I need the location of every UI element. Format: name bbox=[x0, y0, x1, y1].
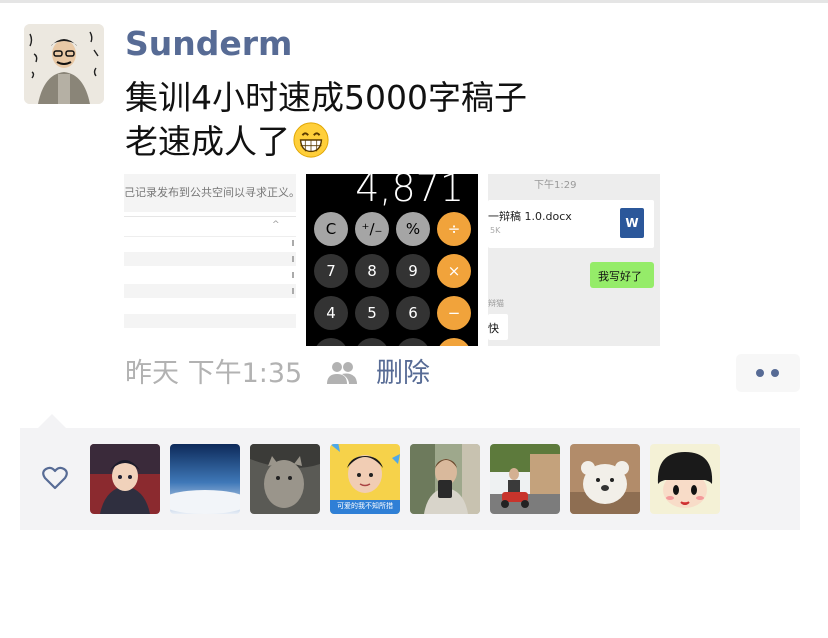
chat-reply-bubble: 我写好了 bbox=[590, 262, 654, 288]
grinning-face-icon bbox=[293, 122, 329, 158]
chat-file-name: 一辩稿 1.0.docx bbox=[488, 210, 572, 223]
calculator-key: 6 bbox=[396, 296, 430, 330]
heart-outline-icon bbox=[42, 466, 68, 490]
more-dot-icon bbox=[756, 369, 764, 377]
like-avatar-maruko[interactable] bbox=[650, 444, 720, 514]
post-timestamp: 昨天 下午1:35 bbox=[125, 358, 303, 389]
calculator-key: C bbox=[314, 212, 348, 246]
author-name[interactable]: Sunderm bbox=[125, 22, 292, 66]
photo1-header-text: 己记录发布到公共空间以寻求正义。 bbox=[124, 186, 296, 199]
like-avatar-bear[interactable] bbox=[570, 444, 640, 514]
chat-small-label: 辩猫 bbox=[488, 299, 504, 308]
more-actions-button[interactable] bbox=[736, 354, 800, 392]
post-text: 集训4小时速成5000字稿子 老速成人了 bbox=[125, 76, 527, 164]
chat-file-size: 5K bbox=[490, 226, 501, 235]
sticker-caption: 可爱的我不知所措 bbox=[337, 502, 393, 510]
like-avatar-street[interactable] bbox=[490, 444, 560, 514]
calculator-key: ⁺∕₋ bbox=[355, 212, 389, 246]
like-avatar-photo-man[interactable] bbox=[410, 444, 480, 514]
chat-small-bubble: 快 bbox=[488, 314, 508, 340]
calculator-key: ÷ bbox=[437, 212, 471, 246]
chat-time: 下午1:29 bbox=[534, 180, 577, 191]
post-photo-1[interactable]: 己记录发布到公共空间以寻求正义。 ^ bbox=[124, 174, 296, 346]
like-avatar-anime-boy[interactable] bbox=[90, 444, 160, 514]
author-avatar[interactable] bbox=[24, 24, 104, 104]
calculator-key-partial bbox=[355, 338, 389, 346]
calculator-key-partial bbox=[396, 338, 430, 346]
chat-file-card: 一辩稿 1.0.docx 5K W bbox=[488, 200, 654, 248]
calculator-key: 7 bbox=[314, 254, 348, 288]
post-photo-2[interactable]: 4,871 C ⁺∕₋% ÷ 7 8 9 × 4 5 6− bbox=[306, 174, 478, 346]
calculator-keys: C ⁺∕₋% ÷ 7 8 9 × 4 5 6− bbox=[306, 174, 478, 346]
calculator-key: % bbox=[396, 212, 430, 246]
calculator-key: 9 bbox=[396, 254, 430, 288]
calculator-key: 4 bbox=[314, 296, 348, 330]
top-divider bbox=[0, 0, 828, 3]
post-text-line1: 集训4小时速成5000字稿子 bbox=[125, 78, 527, 117]
delete-button[interactable]: 删除 bbox=[376, 356, 430, 392]
like-avatar-sky[interactable] bbox=[170, 444, 240, 514]
likes-pointer bbox=[38, 414, 66, 428]
like-avatar-cat[interactable] bbox=[250, 444, 320, 514]
calculator-key: 5 bbox=[355, 296, 389, 330]
chat-small-msg: 快 bbox=[488, 322, 499, 335]
like-avatar-sticker-boy[interactable]: 可爱的我不知所措 bbox=[330, 444, 400, 514]
post-text-line2: 老速成人了 bbox=[125, 120, 527, 164]
calculator-key: × bbox=[437, 254, 471, 288]
word-file-icon-label: W bbox=[625, 216, 639, 230]
calculator-key: − bbox=[437, 296, 471, 330]
more-dot-icon bbox=[771, 369, 779, 377]
calculator-key-partial bbox=[437, 338, 471, 346]
word-file-icon: W bbox=[620, 208, 644, 238]
group-visibility-icon[interactable] bbox=[326, 360, 358, 386]
calculator-key: 8 bbox=[355, 254, 389, 288]
post-photo-3[interactable]: 下午1:29 一辩稿 1.0.docx 5K W 我写好了 辩猫 快 bbox=[488, 174, 660, 346]
post-text-line2-label: 老速成人了 bbox=[125, 122, 290, 161]
chat-reply-text: 我写好了 bbox=[598, 270, 642, 283]
calculator-key-partial bbox=[314, 338, 348, 346]
